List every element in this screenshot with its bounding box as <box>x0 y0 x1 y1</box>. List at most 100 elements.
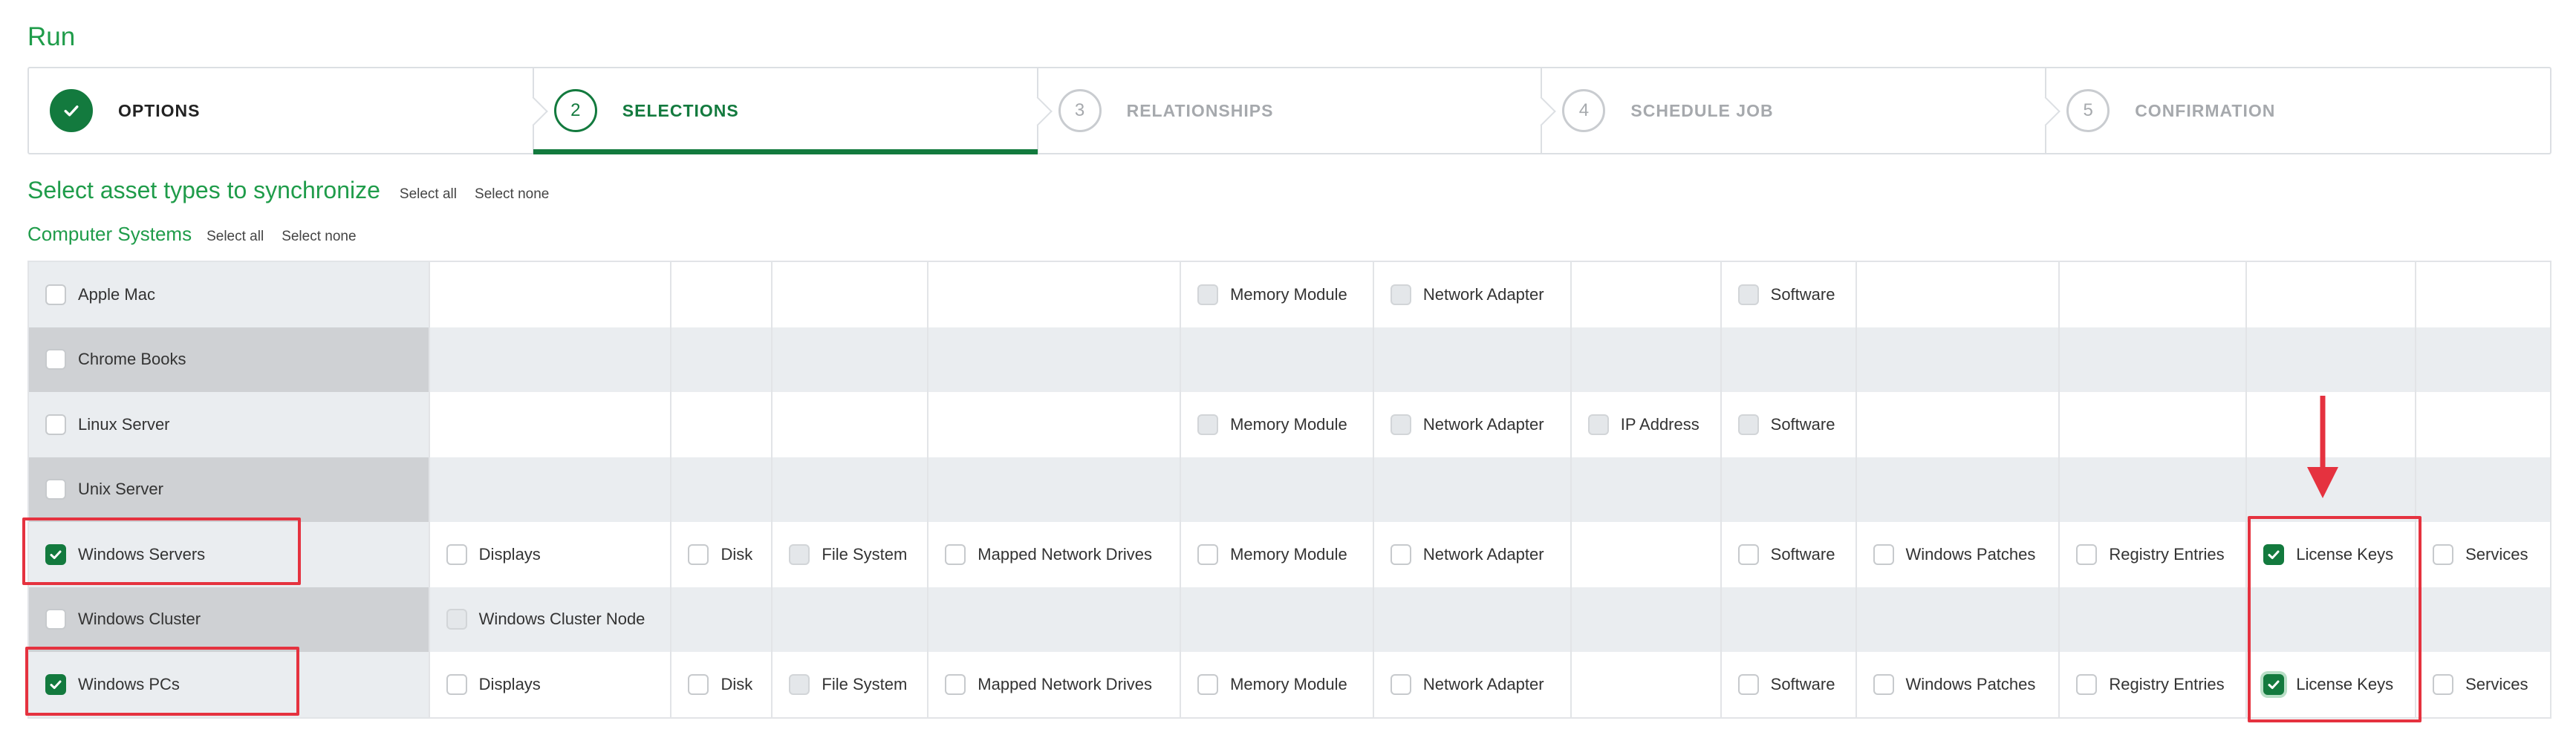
option-cell <box>2247 587 2417 652</box>
checkbox-network-adapter[interactable] <box>1390 673 1411 695</box>
step-selections[interactable]: 2 SELECTIONS <box>533 68 1053 154</box>
option-cell <box>1722 327 1857 392</box>
option-cell <box>2060 587 2248 652</box>
option-cell[interactable]: Software <box>1722 652 1857 717</box>
checkbox-apple-mac[interactable] <box>45 284 66 305</box>
asset-type-cell[interactable]: Apple Mac <box>29 262 430 327</box>
checkbox-services[interactable] <box>2433 673 2454 695</box>
option-cell[interactable]: Displays <box>430 522 672 587</box>
checkbox-registry-entries[interactable] <box>2076 673 2098 695</box>
option-cell[interactable]: Network Adapter <box>1374 392 1572 457</box>
option-cell[interactable]: File System <box>773 652 929 717</box>
checkbox-windows-servers[interactable] <box>45 543 66 565</box>
option-cell[interactable]: Windows Patches <box>1857 652 2061 717</box>
option-cell <box>1572 457 1722 522</box>
option-cell <box>430 457 672 522</box>
option-cell[interactable]: Software <box>1722 262 1857 327</box>
option-label: Services <box>2465 674 2528 693</box>
checkbox-windows-patches[interactable] <box>1873 543 1894 565</box>
option-cell[interactable]: Registry Entries <box>2060 522 2248 587</box>
step-label: SCHEDULE JOB <box>1630 100 1774 120</box>
step-number: 4 <box>1562 89 1606 132</box>
checkbox-registry-entries[interactable] <box>2076 543 2098 565</box>
option-cell[interactable]: Windows Cluster Node <box>430 587 672 652</box>
option-label: Disk <box>721 544 753 564</box>
option-label: Windows Patches <box>1905 544 2036 564</box>
checkbox-mapped-network-drives[interactable] <box>945 673 966 695</box>
table-row: Chrome Books <box>29 327 2551 392</box>
checkbox-windows-pcs[interactable] <box>45 673 66 695</box>
section-title: Select asset types to synchronize <box>27 177 380 203</box>
option-cell <box>1374 327 1572 392</box>
asset-type-cell[interactable]: Linux Server <box>29 392 430 457</box>
option-cell[interactable]: Displays <box>430 652 672 717</box>
group-select-none-link[interactable]: Select none <box>282 229 356 245</box>
asset-type-cell[interactable]: Unix Server <box>29 457 430 522</box>
option-cell[interactable]: Memory Module <box>1181 262 1374 327</box>
checkbox-unix-server[interactable] <box>45 479 66 500</box>
checkbox-memory-module[interactable] <box>1197 543 1219 565</box>
checkbox-windows-cluster[interactable] <box>45 609 66 630</box>
option-cell[interactable]: Software <box>1722 392 1857 457</box>
checkbox-license-keys[interactable] <box>2263 543 2285 565</box>
checkbox-mapped-network-drives[interactable] <box>945 543 966 565</box>
asset-type-label: Windows Servers <box>78 544 206 564</box>
step-label: SELECTIONS <box>622 100 739 120</box>
option-cell[interactable]: File System <box>773 522 929 587</box>
option-cell[interactable]: Memory Module <box>1181 652 1374 717</box>
option-label: Registry Entries <box>2109 674 2225 693</box>
checkbox-chrome-books[interactable] <box>45 349 66 370</box>
option-cell <box>671 327 773 392</box>
option-cell[interactable]: Disk <box>671 652 773 717</box>
checkbox-displays[interactable] <box>446 543 467 565</box>
option-cell[interactable]: Memory Module <box>1181 392 1374 457</box>
option-label: File System <box>822 544 908 564</box>
checkbox-disk[interactable] <box>688 673 709 695</box>
option-cell <box>773 327 929 392</box>
checkbox-windows-patches[interactable] <box>1873 673 1894 695</box>
option-cell[interactable]: Registry Entries <box>2060 652 2248 717</box>
option-cell <box>430 262 672 327</box>
step-relationships[interactable]: 3 RELATIONSHIPS <box>1038 68 1557 153</box>
checkbox-disk[interactable] <box>688 543 709 565</box>
option-cell[interactable]: Network Adapter <box>1374 652 1572 717</box>
asset-type-cell[interactable]: Windows PCs <box>29 652 430 717</box>
option-label: Software <box>1770 674 1835 693</box>
option-cell[interactable]: License Keys <box>2247 652 2417 717</box>
option-cell[interactable]: Disk <box>671 522 773 587</box>
option-cell[interactable]: Software <box>1722 522 1857 587</box>
option-cell[interactable]: Services <box>2416 522 2551 587</box>
checkbox-displays[interactable] <box>446 673 467 695</box>
checkbox-network-adapter[interactable] <box>1390 543 1411 565</box>
option-cell <box>1181 457 1374 522</box>
checkbox-software[interactable] <box>1737 543 1759 565</box>
checkbox-linux-server[interactable] <box>45 414 66 435</box>
page-title: Run <box>27 22 76 51</box>
option-cell[interactable]: Mapped Network Drives <box>928 522 1182 587</box>
checkbox-memory-module[interactable] <box>1197 673 1219 695</box>
active-step-underline <box>533 149 1038 154</box>
select-none-link[interactable]: Select none <box>475 186 549 203</box>
checkbox-license-keys[interactable] <box>2263 673 2285 695</box>
checkbox-software[interactable] <box>1737 673 1759 695</box>
group-select-all-link[interactable]: Select all <box>206 229 264 245</box>
step-confirmation[interactable]: 5 CONFIRMATION <box>2046 68 2550 153</box>
option-cell[interactable]: Mapped Network Drives <box>928 652 1182 717</box>
option-cell[interactable]: Network Adapter <box>1374 522 1572 587</box>
step-number: 5 <box>2066 89 2110 132</box>
option-cell[interactable]: Windows Patches <box>1857 522 2061 587</box>
option-cell[interactable]: License Keys <box>2247 522 2417 587</box>
select-all-link[interactable]: Select all <box>400 186 457 203</box>
option-label: Memory Module <box>1230 284 1347 304</box>
option-cell[interactable]: IP Address <box>1572 392 1722 457</box>
option-cell <box>1857 587 2061 652</box>
step-schedule-job[interactable]: 4 SCHEDULE JOB <box>1541 68 2061 153</box>
option-cell[interactable]: Memory Module <box>1181 522 1374 587</box>
option-cell[interactable]: Services <box>2416 652 2551 717</box>
checkbox-services[interactable] <box>2433 543 2454 565</box>
option-cell[interactable]: Network Adapter <box>1374 262 1572 327</box>
asset-type-cell[interactable]: Chrome Books <box>29 327 430 392</box>
step-options[interactable]: OPTIONS <box>29 68 548 153</box>
asset-type-cell[interactable]: Windows Cluster <box>29 587 430 652</box>
asset-type-cell[interactable]: Windows Servers <box>29 522 430 587</box>
